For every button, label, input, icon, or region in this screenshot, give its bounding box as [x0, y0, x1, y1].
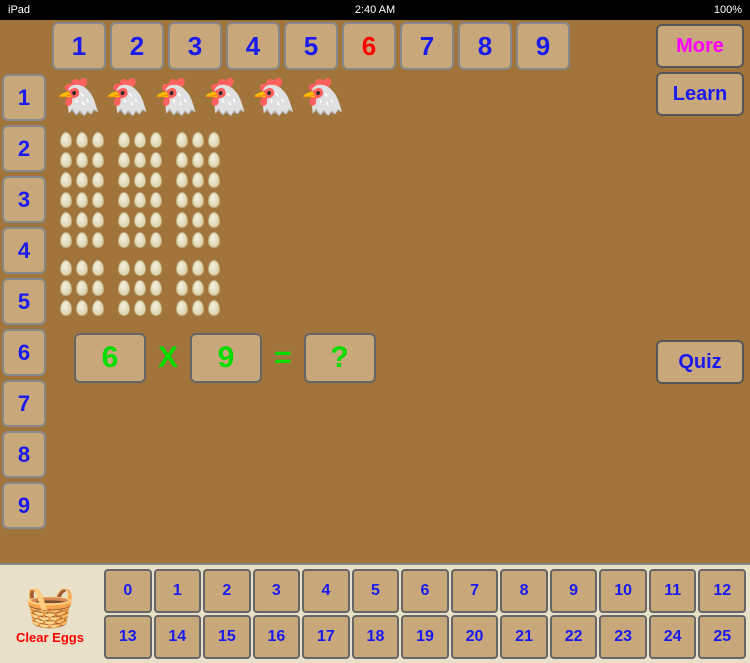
egg-row-bottom	[60, 260, 222, 318]
num-cell-25[interactable]: 25	[698, 615, 746, 659]
equation-num1: 6	[74, 333, 146, 383]
num-cell-9[interactable]: 9	[550, 569, 598, 613]
chicken-4: 🐔	[202, 76, 247, 118]
row-num-6[interactable]: 6	[2, 329, 46, 376]
num-cell-11[interactable]: 11	[649, 569, 697, 613]
battery-label: 100%	[714, 4, 742, 16]
chicken-6: 🐔	[300, 76, 345, 118]
grid-content: 1 2 3 4 5 6 7 8 9 🐔 🐔 🐔 🐔 🐔	[50, 20, 650, 388]
col-num-6[interactable]: 6	[342, 22, 396, 70]
status-bar: iPad 2:40 AM 100%	[0, 0, 750, 20]
num-cell-4[interactable]: 4	[302, 569, 350, 613]
clear-eggs-button[interactable]: Clear Eggs	[16, 630, 84, 645]
num-cell-3[interactable]: 3	[253, 569, 301, 613]
chicken-3: 🐔	[154, 76, 199, 118]
num-cell-15[interactable]: 15	[203, 615, 251, 659]
chicken-2: 🐔	[105, 76, 150, 118]
row-num-4[interactable]: 4	[2, 227, 46, 274]
egg-group-5	[118, 260, 164, 318]
row-num-1[interactable]: 1	[2, 74, 46, 121]
col-num-9[interactable]: 9	[516, 22, 570, 70]
col-num-1[interactable]: 1	[52, 22, 106, 70]
num-cell-6[interactable]: 6	[401, 569, 449, 613]
top-number-row: 1 2 3 4 5 6 7 8 9	[50, 20, 650, 72]
num-cell-23[interactable]: 23	[599, 615, 647, 659]
chicken-5: 🐔	[251, 76, 296, 118]
num-cell-14[interactable]: 14	[154, 615, 202, 659]
row-num-8[interactable]: 8	[2, 431, 46, 478]
row-num-3[interactable]: 3	[2, 176, 46, 223]
num-cell-20[interactable]: 20	[451, 615, 499, 659]
top-section: 1 2 3 4 5 6 7 8 9 🐔 🐔 🐔 🐔 🐔	[50, 20, 750, 388]
egg-group-3	[176, 132, 222, 250]
num-cell-16[interactable]: 16	[253, 615, 301, 659]
right-panel: More Learn Quiz	[650, 20, 750, 388]
time-label: 2:40 AM	[355, 4, 395, 16]
equation-multiply: X	[158, 341, 178, 375]
row-num-7[interactable]: 7	[2, 380, 46, 427]
num-cell-13[interactable]: 13	[104, 615, 152, 659]
chickens-row: 🐔 🐔 🐔 🐔 🐔 🐔	[50, 72, 650, 122]
basket-icon: 🧺	[25, 583, 75, 630]
quiz-button[interactable]: Quiz	[656, 340, 744, 384]
egg-group-4	[60, 260, 106, 318]
col-num-2[interactable]: 2	[110, 22, 164, 70]
chicken-1: 🐔	[56, 76, 101, 118]
equation-row: 6 X 9 = ?	[50, 328, 650, 388]
col-num-8[interactable]: 8	[458, 22, 512, 70]
col-num-7[interactable]: 7	[400, 22, 454, 70]
bottom-panel: 🧺 Clear Eggs 0 1 2 3 4 5 6 7 8 9 10 11 1…	[0, 563, 750, 663]
basket-area: 🧺 Clear Eggs	[0, 565, 100, 663]
num-cell-22[interactable]: 22	[550, 615, 598, 659]
numbers-grid: 0 1 2 3 4 5 6 7 8 9 10 11 12 13 14 15 16…	[100, 565, 750, 663]
egg-group-6	[176, 260, 222, 318]
num-cell-18[interactable]: 18	[352, 615, 400, 659]
col-num-4[interactable]: 4	[226, 22, 280, 70]
num-cell-1[interactable]: 1	[154, 569, 202, 613]
num-cell-2[interactable]: 2	[203, 569, 251, 613]
row-num-5[interactable]: 5	[2, 278, 46, 325]
num-cell-0[interactable]: 0	[104, 569, 152, 613]
num-cell-10[interactable]: 10	[599, 569, 647, 613]
egg-row-top	[60, 132, 222, 250]
main-area: 1 2 3 4 5 6 7 8 9 1 2 3 4 5 6 7 8	[0, 20, 750, 563]
num-cell-17[interactable]: 17	[302, 615, 350, 659]
equation-result: ?	[304, 333, 376, 383]
col-num-5[interactable]: 5	[284, 22, 338, 70]
num-cell-19[interactable]: 19	[401, 615, 449, 659]
learn-button[interactable]: Learn	[656, 72, 744, 116]
num-cell-8[interactable]: 8	[500, 569, 548, 613]
egg-section	[50, 122, 650, 328]
row-num-9[interactable]: 9	[2, 482, 46, 529]
egg-group-2	[118, 132, 164, 250]
egg-group-1	[60, 132, 106, 250]
device-label: iPad	[8, 4, 30, 16]
num-cell-12[interactable]: 12	[698, 569, 746, 613]
equation-num2: 9	[190, 333, 262, 383]
equation-equals: =	[274, 341, 292, 375]
num-cell-7[interactable]: 7	[451, 569, 499, 613]
num-cell-21[interactable]: 21	[500, 615, 548, 659]
num-cell-5[interactable]: 5	[352, 569, 400, 613]
more-button[interactable]: More	[656, 24, 744, 68]
left-column: 1 2 3 4 5 6 7 8 9	[0, 20, 50, 563]
content-area: 1 2 3 4 5 6 7 8 9 🐔 🐔 🐔 🐔 🐔	[50, 20, 750, 563]
row-num-2[interactable]: 2	[2, 125, 46, 172]
col-num-3[interactable]: 3	[168, 22, 222, 70]
num-cell-24[interactable]: 24	[649, 615, 697, 659]
